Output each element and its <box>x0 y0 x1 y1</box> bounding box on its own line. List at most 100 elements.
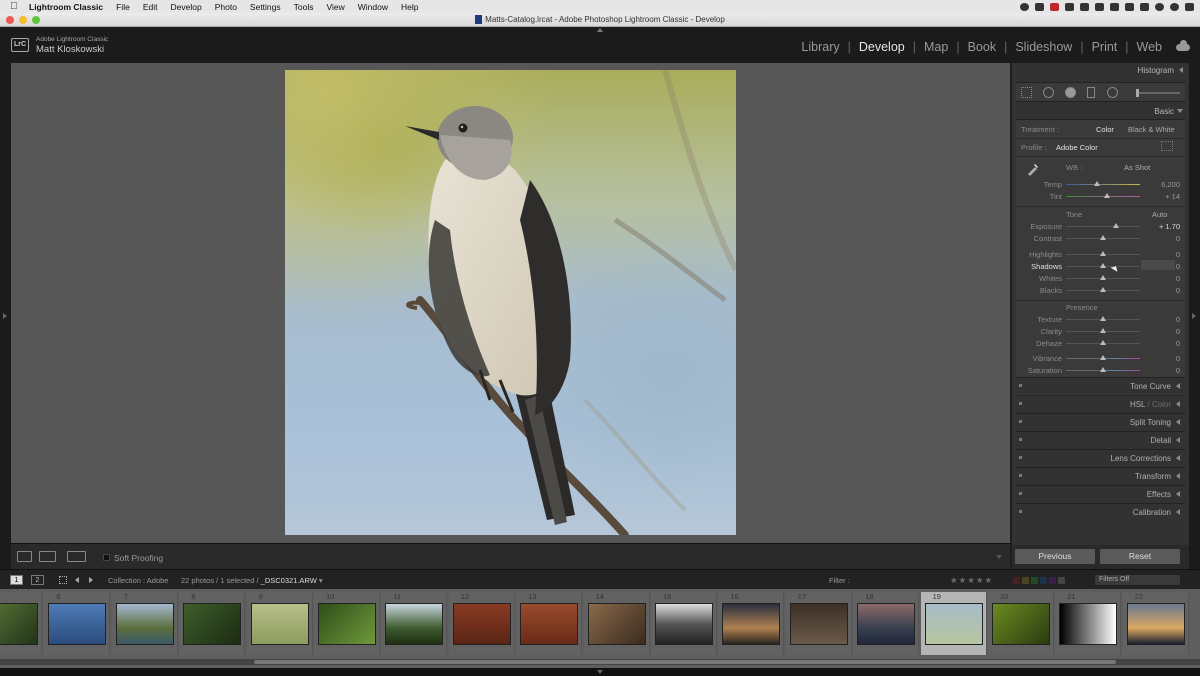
filmstrip-thumbnail[interactable]: 8 <box>179 592 246 655</box>
filmstrip-thumbnail[interactable]: 18 <box>853 592 920 655</box>
photo-count[interactable]: 22 photos / 1 selected / _DSC0321.ARW ▾ <box>181 576 323 585</box>
reset-button[interactable]: Reset <box>1100 549 1180 564</box>
exposure-slider[interactable] <box>1066 223 1140 228</box>
purple-label-icon[interactable] <box>1049 577 1056 584</box>
thumbnail-image[interactable] <box>924 603 983 645</box>
module-develop[interactable]: Develop <box>859 40 905 54</box>
filmstrip-thumbnail[interactable]: 22 <box>1122 592 1189 655</box>
expand-icon[interactable] <box>1176 455 1180 461</box>
minimize-window-button[interactable] <box>19 16 27 24</box>
apple-icon[interactable]:  <box>10 1 21 12</box>
shadows-slider[interactable] <box>1066 263 1140 268</box>
menu-tools[interactable]: Tools <box>294 2 314 12</box>
clarity-thumb[interactable] <box>1100 328 1106 333</box>
lens-corrections-panel[interactable]: Lens Corrections <box>1016 449 1185 466</box>
vibrance-value[interactable]: 0 <box>1150 354 1180 363</box>
highlights-slider[interactable] <box>1066 251 1140 256</box>
status-icon[interactable] <box>1110 2 1119 11</box>
previous-button[interactable]: Previous <box>1015 549 1095 564</box>
wb-select[interactable]: As Shot <box>1124 163 1150 172</box>
temp-value[interactable]: 6,200 <box>1150 180 1180 189</box>
shadows-value[interactable]: 0 <box>1150 262 1180 271</box>
basic-collapse-icon[interactable] <box>1177 109 1183 113</box>
highlights-thumb[interactable] <box>1100 251 1106 256</box>
dehaze-value[interactable]: 0 <box>1150 339 1180 348</box>
vibrance-slider[interactable] <box>1066 355 1140 360</box>
menu-help[interactable]: Help <box>401 2 418 12</box>
loupe-view-icon[interactable] <box>17 551 32 562</box>
vibrance-thumb[interactable] <box>1100 355 1106 360</box>
red-eye-icon[interactable] <box>1065 87 1076 98</box>
menu-edit[interactable]: Edit <box>143 2 158 12</box>
hsl-panel[interactable]: HSL / Color <box>1016 395 1185 412</box>
texture-slider[interactable] <box>1066 316 1140 321</box>
thumbnail-image[interactable] <box>655 603 713 645</box>
transform-header[interactable]: Transform <box>1135 472 1171 481</box>
wifi-icon[interactable] <box>1140 2 1149 11</box>
panel-switch-icon[interactable] <box>1019 420 1022 423</box>
dehaze-thumb[interactable] <box>1100 340 1106 345</box>
filmstrip-thumbnail[interactable]: 13 <box>516 592 583 655</box>
main-screen-button[interactable]: 1 <box>10 575 23 585</box>
texture-value[interactable]: 0 <box>1150 315 1180 324</box>
filmstrip-thumbnail[interactable]: 16 <box>718 592 785 655</box>
panel-switch-icon[interactable] <box>1019 474 1022 477</box>
yellow-label-icon[interactable] <box>1022 577 1029 584</box>
shadows-thumb[interactable] <box>1100 263 1106 268</box>
filmstrip-thumbnail[interactable]: 12 <box>448 592 515 655</box>
filmstrip-thumbnail[interactable]: 14 <box>583 592 650 655</box>
color-tab[interactable]: / Color <box>1147 400 1171 409</box>
basic-header[interactable]: Basic <box>1154 107 1174 116</box>
brush-size-slider[interactable] <box>1136 89 1180 97</box>
gray-label-icon[interactable] <box>1058 577 1065 584</box>
menu-window[interactable]: Window <box>358 2 388 12</box>
module-print[interactable]: Print <box>1092 40 1118 54</box>
module-book[interactable]: Book <box>968 40 997 54</box>
filmstrip-thumbnail[interactable]: 11 <box>381 592 448 655</box>
clarity-slider[interactable] <box>1066 328 1140 333</box>
thumbnail-image[interactable] <box>318 603 376 645</box>
spot-removal-icon[interactable] <box>1043 87 1054 98</box>
panel-switch-icon[interactable] <box>1019 492 1022 495</box>
expand-left-panel-icon[interactable] <box>3 313 7 319</box>
hsl-header[interactable]: HSL / Color <box>1130 400 1171 409</box>
whites-thumb[interactable] <box>1100 275 1106 280</box>
tone-curve-panel[interactable]: Tone Curve <box>1016 377 1185 394</box>
blue-label-icon[interactable] <box>1040 577 1047 584</box>
thumbnail-image[interactable] <box>250 603 309 645</box>
treatment-bw-button[interactable]: Black & White <box>1128 125 1175 134</box>
filmstrip-thumbnail[interactable]: 15 <box>651 592 717 655</box>
filmstrip-thumbnail[interactable]: 21 <box>1055 592 1122 655</box>
contrast-thumb[interactable] <box>1100 235 1106 240</box>
expand-icon[interactable] <box>1176 473 1180 479</box>
scroll-thumb[interactable] <box>254 660 1116 664</box>
blacks-value[interactable]: 0 <box>1150 286 1180 295</box>
menu-settings[interactable]: Settings <box>250 2 281 12</box>
histogram-collapse-icon[interactable] <box>1179 67 1183 73</box>
detail-panel[interactable]: Detail <box>1016 431 1185 448</box>
filmstrip-thumbnail[interactable]: 10 <box>314 592 380 655</box>
filmstrip-thumbnail[interactable]: 7 <box>111 592 178 655</box>
cloud-sync-icon[interactable] <box>1176 40 1190 51</box>
source-label[interactable]: Collection : Adobe <box>108 576 168 585</box>
thumbnail-image[interactable] <box>789 603 848 645</box>
tint-thumb[interactable] <box>1103 193 1110 198</box>
filmstrip-thumbnail[interactable]: 6 <box>44 592 111 655</box>
temp-slider[interactable] <box>1066 181 1140 186</box>
status-icon[interactable] <box>1080 2 1089 11</box>
panel-switch-icon[interactable] <box>1019 384 1022 387</box>
thumbnail-image[interactable] <box>722 603 781 645</box>
maximize-window-button[interactable] <box>32 16 40 24</box>
second-screen-button[interactable]: 2 <box>31 575 44 585</box>
lens-corrections-header[interactable]: Lens Corrections <box>1111 454 1171 463</box>
collapse-right-panel-icon[interactable] <box>1192 313 1196 319</box>
before-after-icon[interactable] <box>39 551 56 562</box>
saturation-thumb[interactable] <box>1100 367 1106 372</box>
filmstrip-scrollbar[interactable] <box>0 659 1200 665</box>
panel-switch-icon[interactable] <box>1019 438 1022 441</box>
tone-curve-header[interactable]: Tone Curve <box>1130 382 1171 391</box>
exposure-value[interactable]: + 1.70 <box>1150 222 1180 231</box>
temp-thumb[interactable] <box>1094 181 1101 186</box>
expand-icon[interactable] <box>1176 491 1180 497</box>
crop-tool-icon[interactable] <box>1021 87 1032 98</box>
